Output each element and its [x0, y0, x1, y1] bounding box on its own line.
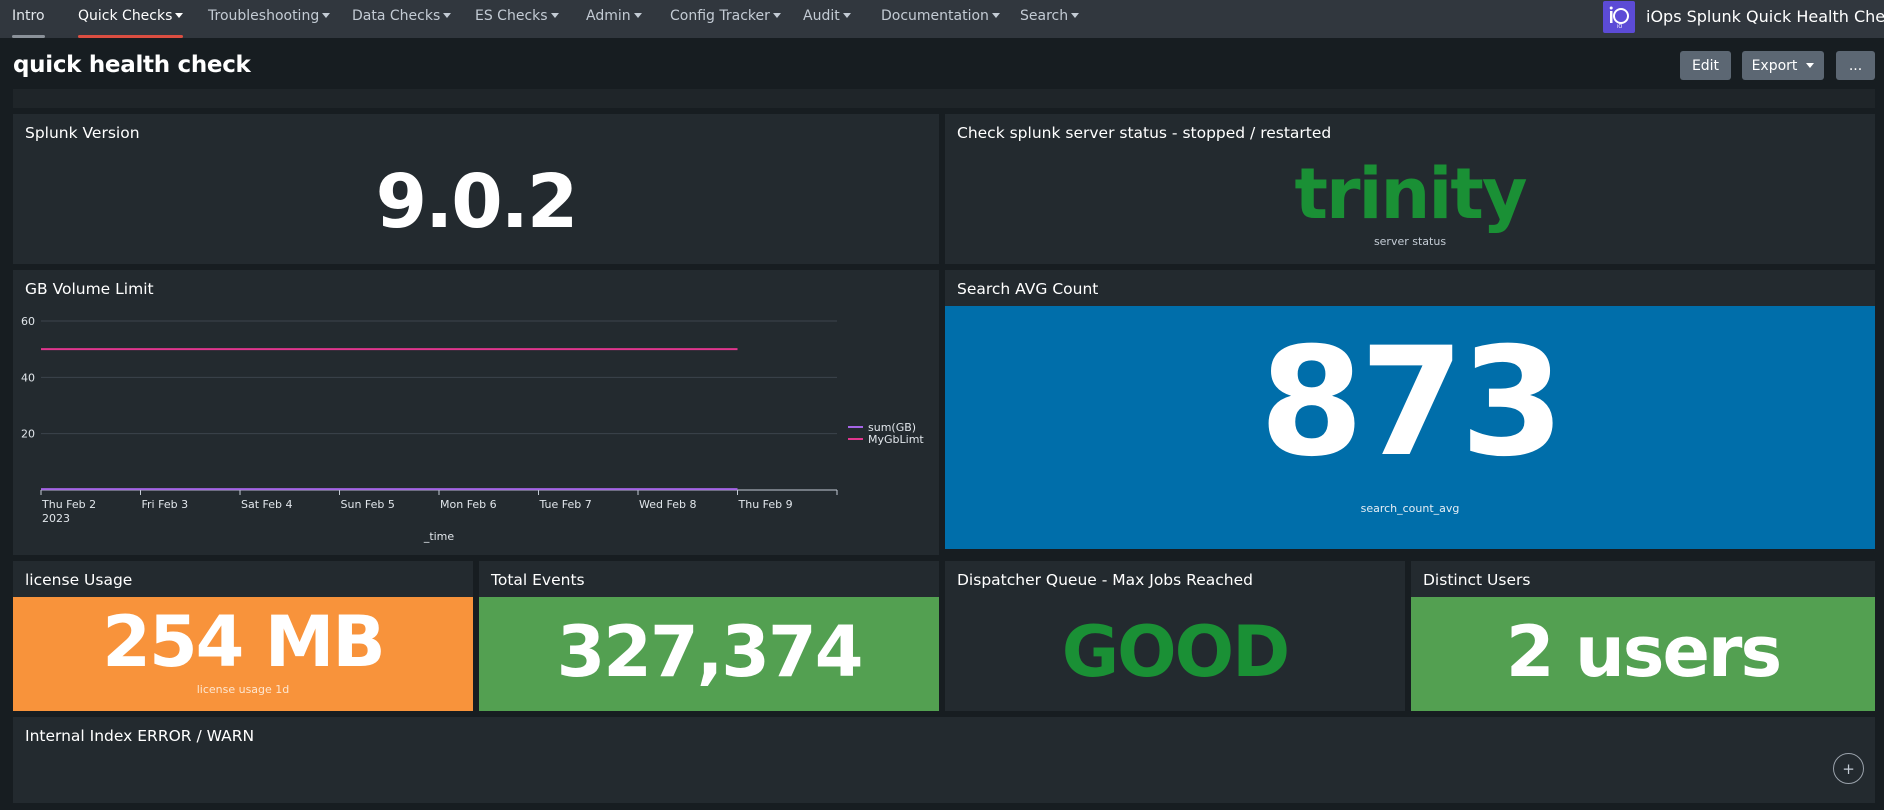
panel-distinct-users: Distinct Users 2 users	[1411, 561, 1875, 711]
app-logo-text: iO	[1617, 24, 1622, 30]
x-tick-label: Sun Feb 5	[341, 498, 395, 511]
nav-item-label: ES Checks	[475, 8, 548, 24]
nav-item-label: Admin	[586, 8, 631, 24]
single-value-tile: 327,374	[479, 597, 939, 711]
nav-item-documentation[interactable]: Documentation	[881, 0, 1000, 38]
x-tick-label: Sat Feb 4	[241, 498, 293, 511]
y-tick-label: 40	[21, 371, 35, 384]
panel-total-events: Total Events 327,374	[479, 561, 939, 711]
single-value: 254 MB	[102, 601, 386, 683]
chevron-down-icon	[443, 13, 452, 18]
expand-panel-button[interactable]: +	[1833, 753, 1864, 784]
nav-item-troubleshooting[interactable]: Troubleshooting	[208, 0, 331, 38]
edit-button[interactable]: Edit	[1680, 51, 1731, 80]
chevron-down-icon	[842, 13, 851, 18]
single-value: GOOD	[1061, 611, 1291, 693]
legend-label: MyGbLimt	[868, 433, 924, 446]
nav-item-admin[interactable]: Admin	[586, 0, 642, 38]
x-tick-label: Wed Feb 8	[639, 498, 696, 511]
nav-item-data-checks[interactable]: Data Checks	[352, 0, 452, 38]
single-value: 9.0.2	[375, 159, 579, 245]
single-value-tile: 873 search_count_avg	[945, 306, 1875, 549]
app-nav-bar: Intro Quick Checks Troubleshooting Data …	[0, 0, 1884, 38]
nav-item-label: Config Tracker	[670, 8, 770, 24]
single-value: trinity	[1294, 153, 1528, 235]
nav-item-intro[interactable]: Intro	[12, 0, 45, 38]
nav-item-quick-checks[interactable]: Quick Checks	[78, 0, 184, 38]
panel-title: Check splunk server status - stopped / r…	[957, 124, 1332, 142]
chevron-down-icon	[991, 13, 1000, 18]
single-value-tile: 254 MB license usage 1d	[13, 597, 473, 711]
panel-license-usage: license Usage 254 MB license usage 1d	[13, 561, 473, 711]
chevron-down-icon	[550, 13, 559, 18]
chevron-down-icon	[322, 13, 331, 18]
nav-item-label: Intro	[12, 8, 45, 24]
export-button-label: Export	[1751, 57, 1798, 74]
panel-search-avg-count: Search AVG Count 873 search_count_avg	[945, 270, 1875, 549]
single-value: 873	[1259, 316, 1564, 490]
x-tick-label: 2023	[42, 512, 70, 525]
single-value-tile: 2 users	[1411, 597, 1875, 711]
y-tick-label: 60	[21, 315, 35, 328]
nav-item-audit[interactable]: Audit	[803, 0, 851, 38]
x-tick-label: Thu Feb 2	[41, 498, 96, 511]
chevron-down-icon	[633, 13, 642, 18]
panel-title: license Usage	[25, 571, 133, 589]
chevron-down-icon	[1071, 13, 1080, 18]
chevron-down-icon	[175, 13, 184, 18]
app-logo-icon: iO	[1609, 6, 1629, 30]
panel-title: Search AVG Count	[957, 280, 1099, 298]
x-tick-label: Mon Feb 6	[440, 498, 497, 511]
single-value-under-label: license usage 1d	[196, 683, 290, 696]
panel-title: Internal Index ERROR / WARN	[25, 727, 255, 745]
nav-item-search[interactable]: Search	[1020, 0, 1080, 38]
chevron-down-icon	[772, 13, 781, 18]
nav-item-label: Data Checks	[352, 8, 441, 24]
chevron-down-icon	[1806, 63, 1815, 68]
panel-title: Dispatcher Queue - Max Jobs Reached	[957, 571, 1253, 589]
more-actions-label: ...	[1848, 57, 1863, 74]
x-axis-title: _time	[423, 530, 455, 543]
single-value-under-label: search_count_avg	[1360, 502, 1460, 515]
x-tick-label: Fri Feb 3	[142, 498, 189, 511]
nav-item-label: Search	[1020, 8, 1069, 24]
panel-title: Total Events	[491, 571, 585, 589]
panel-internal-index: Internal Index ERROR / WARN +	[13, 717, 1875, 803]
panel-title: Splunk Version	[25, 124, 140, 142]
plus-icon: +	[1842, 759, 1855, 778]
app-logo: iO	[1603, 1, 1635, 33]
edit-button-label: Edit	[1691, 57, 1720, 74]
nav-item-label: Documentation	[881, 8, 989, 24]
x-tick-label: Thu Feb 9	[738, 498, 793, 511]
nav-item-label: Troubleshooting	[208, 8, 320, 24]
nav-item-config-tracker[interactable]: Config Tracker	[670, 0, 781, 38]
export-button[interactable]: Export	[1742, 51, 1824, 80]
panel-gb-volume-limit: GB Volume Limit 20 40 60 Thu Feb 2 2023 Fri F…	[13, 270, 939, 555]
single-value-under-label: server status	[1373, 235, 1447, 248]
panel-server-status: Check splunk server status - stopped / r…	[945, 114, 1875, 264]
dashboard-input-row	[13, 89, 1875, 108]
panel-dispatcher-queue: Dispatcher Queue - Max Jobs Reached GOOD	[945, 561, 1405, 711]
x-tick-label: Tue Feb 7	[539, 498, 592, 511]
nav-item-es-checks[interactable]: ES Checks	[475, 0, 559, 38]
single-value: 327,374	[556, 611, 864, 693]
page-title: quick health check	[13, 52, 251, 78]
y-tick-label: 20	[21, 428, 35, 441]
panel-title: Distinct Users	[1423, 571, 1531, 589]
nav-item-label: Quick Checks	[78, 8, 173, 24]
panel-splunk-version: Splunk Version 9.0.2	[13, 114, 939, 264]
line-chart: 20 40 60 Thu Feb 22023 Fri Feb 3 Sat Feb 4 Sun…	[21, 315, 924, 543]
app-title: iOps Splunk Quick Health Check	[1646, 7, 1884, 26]
single-value: 2 users	[1505, 611, 1782, 693]
nav-item-label: Audit	[803, 8, 840, 24]
more-actions-button[interactable]: ...	[1836, 51, 1875, 80]
